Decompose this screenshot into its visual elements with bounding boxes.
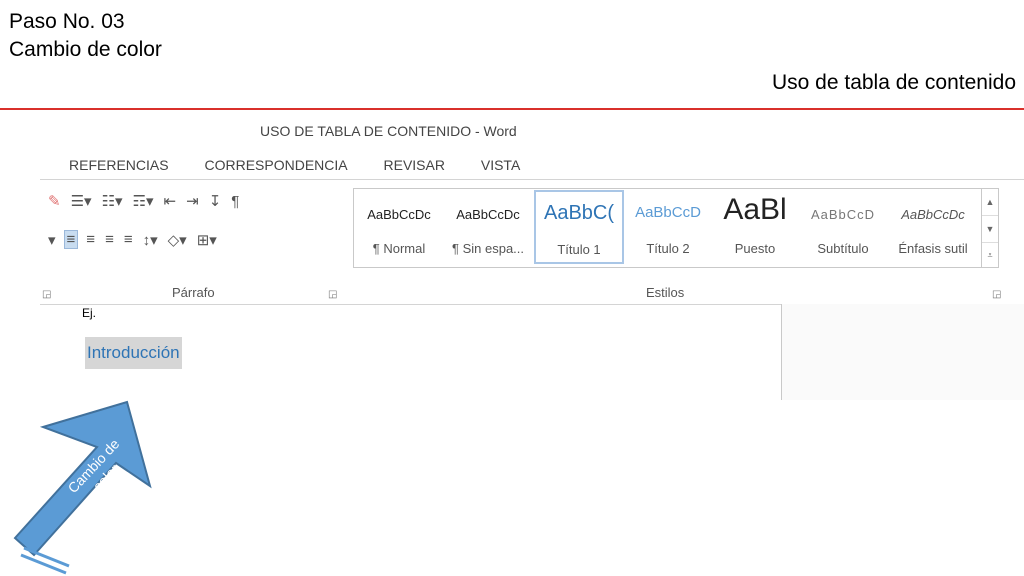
slide-subtitle: Uso de tabla de contenido — [771, 71, 1016, 94]
style-name: ¶ Normal — [372, 241, 426, 256]
styles-group-label: Estilos — [646, 285, 685, 300]
borders-icon[interactable]: ⊞▾ — [195, 231, 219, 249]
style-sample: AaBl — [723, 193, 787, 226]
styles-gallery: AaBbCcDc ¶ Normal AaBbCcDc ¶ Sin espa...… — [353, 188, 999, 268]
style-name: ¶ Sin espa... — [451, 241, 525, 256]
style-enfasis-sutil[interactable]: AaBbCcDc Énfasis sutil — [890, 191, 976, 261]
document-area: Ej. Introducción — [40, 304, 1024, 404]
style-titulo-1[interactable]: AaBbC( Título 1 — [534, 190, 624, 264]
bullets-icon[interactable]: ☰▾ — [69, 192, 94, 210]
numbering-icon[interactable]: ☷▾ — [100, 192, 125, 210]
justify-icon[interactable]: ≡ — [122, 231, 135, 248]
word-window: USO DE TABLA DE CONTENIDO - Word REFEREN… — [40, 116, 1024, 406]
styles-scroll: ▲ ▼ ⩡ — [981, 189, 998, 267]
slide-title-line1: Paso No. 03 — [9, 10, 125, 33]
more-styles-icon[interactable]: ⩡ — [982, 243, 998, 267]
arrow-stripe — [20, 553, 67, 575]
align-center-icon[interactable]: ≡ — [84, 231, 97, 248]
paragraph-group: ✎ ☰▾ ☷▾ ☶▾ ⇤ ⇥ ↧ ¶ ▾ ≡ ≡ ≡ ≡ ↕▾ ◇▾ ⊞▾ ◲ … — [40, 180, 345, 304]
divider-rule — [0, 108, 1024, 110]
introduccion-heading[interactable]: Introducción — [85, 337, 182, 369]
slide-title-line2: Cambio de color — [9, 38, 162, 61]
style-name: Título 1 — [557, 242, 601, 257]
style-sample: AaBbCcDc — [367, 207, 431, 222]
tab-referencias[interactable]: REFERENCIAS — [69, 157, 169, 173]
style-sample: AaBbCcD — [635, 204, 701, 221]
shading-icon[interactable]: ◇▾ — [166, 231, 189, 249]
side-pane — [781, 304, 1024, 400]
style-sin-espaciado[interactable]: AaBbCcDc ¶ Sin espa... — [445, 191, 531, 261]
slide-title: Paso No. 03 Cambio de color — [9, 8, 162, 64]
paragraph-launcher-icon[interactable]: ◲ — [328, 289, 337, 300]
align-right-icon[interactable]: ≡ — [103, 231, 116, 248]
decrease-indent-icon[interactable]: ⇤ — [162, 192, 179, 210]
style-sample: AaBbC( — [543, 202, 615, 224]
align-left-icon[interactable]: ≡ — [63, 230, 79, 249]
multilevel-list-icon[interactable]: ☶▾ — [131, 192, 156, 210]
style-sample: AaBbCcDc — [456, 207, 520, 222]
style-titulo-2[interactable]: AaBbCcD Título 2 — [625, 191, 711, 261]
style-puesto[interactable]: AaBl Puesto — [712, 191, 798, 261]
paragraph-tools-row2: ▾ ≡ ≡ ≡ ≡ ↕▾ ◇▾ ⊞▾ — [46, 230, 219, 249]
increase-indent-icon[interactable]: ⇥ — [184, 192, 201, 210]
document-title: USO DE TABLA DE CONTENIDO - Word — [260, 123, 517, 139]
style-subtitulo[interactable]: AaBbCcD Subtítulo — [800, 191, 886, 261]
dropdown-icon[interactable]: ▾ — [46, 231, 58, 249]
scroll-down-icon[interactable]: ▼ — [982, 216, 998, 243]
style-name: Subtítulo — [817, 241, 869, 256]
ribbon-tabs: REFERENCIAS CORRESPONDENCIA REVISAR VIST… — [69, 157, 552, 173]
tab-correspondencia[interactable]: CORRESPONDENCIA — [204, 157, 347, 173]
paragraph-group-label: Párrafo — [172, 285, 215, 300]
tab-vista[interactable]: VISTA — [481, 157, 520, 173]
highlight-icon[interactable]: ✎ — [46, 192, 63, 210]
styles-launcher-icon[interactable]: ◲ — [992, 289, 1001, 300]
tab-revisar[interactable]: REVISAR — [384, 157, 445, 173]
paragraph-tools-row1: ✎ ☰▾ ☷▾ ☶▾ ⇤ ⇥ ↧ ¶ — [46, 192, 241, 211]
style-normal[interactable]: AaBbCcDc ¶ Normal — [356, 191, 442, 261]
style-sample: AaBbCcDc — [901, 207, 965, 222]
ribbon: ✎ ☰▾ ☷▾ ☶▾ ⇤ ⇥ ↧ ¶ ▾ ≡ ≡ ≡ ≡ ↕▾ ◇▾ ⊞▾ ◲ … — [40, 179, 1024, 305]
style-name: Título 2 — [646, 241, 690, 256]
style-sample: AaBbCcD — [810, 207, 876, 222]
pilcrow-icon[interactable]: ¶ — [229, 193, 241, 210]
line-spacing-icon[interactable]: ↕▾ — [141, 231, 160, 249]
example-label: Ej. — [82, 306, 97, 320]
font-launcher-icon[interactable]: ◲ — [42, 289, 51, 300]
sort-icon[interactable]: ↧ — [207, 192, 224, 210]
style-name: Puesto — [734, 241, 776, 256]
scroll-up-icon[interactable]: ▲ — [982, 189, 998, 216]
arrow-stripe — [23, 546, 70, 568]
style-name: Énfasis sutil — [898, 241, 968, 256]
